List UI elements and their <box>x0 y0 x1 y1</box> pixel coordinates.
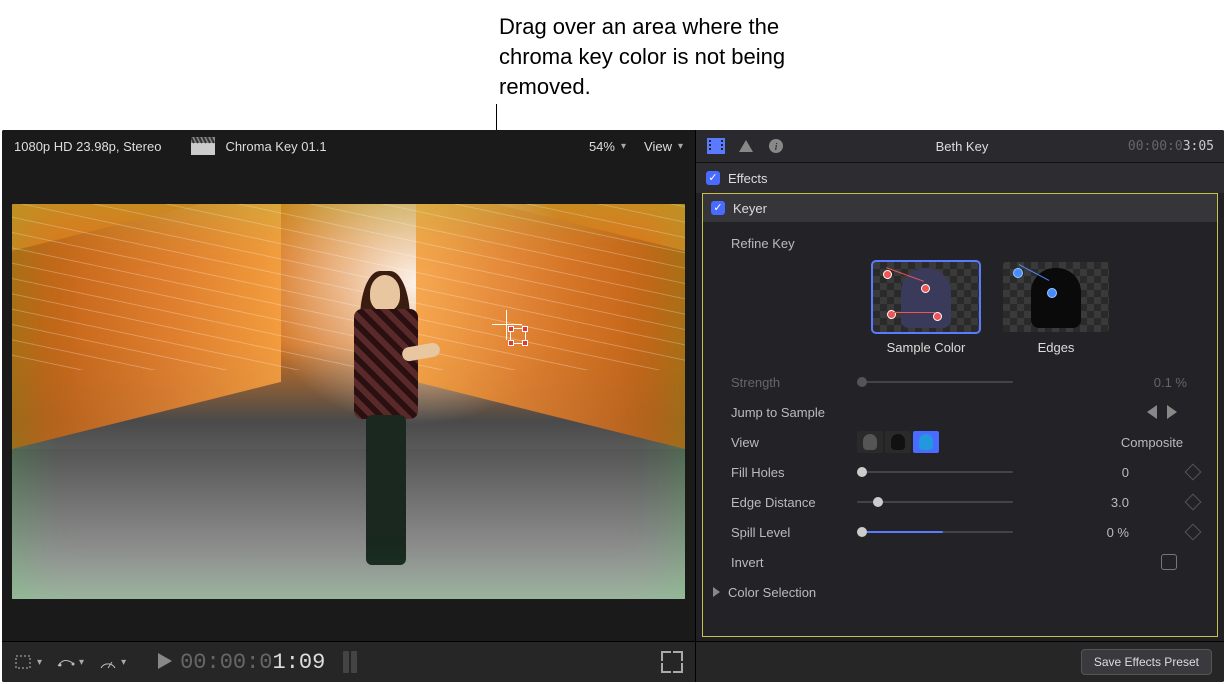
inspector-clip-title: Beth Key <box>796 139 1128 154</box>
save-effects-preset-button[interactable]: Save Effects Preset <box>1081 649 1212 675</box>
format-label: 1080p HD 23.98p, Stereo <box>14 139 161 154</box>
fullscreen-button[interactable] <box>661 651 683 673</box>
refine-key-options: Sample Color Edges <box>873 262 1199 355</box>
callout-text: Drag over an area where the chroma key c… <box>499 14 785 99</box>
view-dropdown[interactable]: View ▾ <box>644 139 683 154</box>
chevron-down-icon: ▾ <box>37 657 42 668</box>
keyer-label: Keyer <box>733 201 767 216</box>
audio-skimming-indicator[interactable] <box>343 651 373 673</box>
clapper-icon <box>191 137 215 155</box>
inspector-timecode: 00:00:03:05 <box>1128 139 1214 154</box>
spill-level-slider[interactable] <box>857 525 1013 539</box>
inspector-footer: Save Effects Preset <box>696 641 1224 682</box>
sample-color-option[interactable]: Sample Color <box>873 262 979 355</box>
edge-distance-slider[interactable] <box>857 495 1013 509</box>
edges-option[interactable]: Edges <box>1003 262 1109 355</box>
jump-to-sample-label: Jump to Sample <box>731 405 857 420</box>
chevron-down-icon: ▾ <box>678 141 683 152</box>
gauge-icon <box>98 654 118 670</box>
view-label: View <box>644 139 672 154</box>
instruction-callout: Drag over an area where the chroma key c… <box>499 12 819 102</box>
info-icon: i <box>768 138 784 154</box>
fcp-window: 1080p HD 23.98p, Stereo Chroma Key 01.1 … <box>2 130 1224 682</box>
chevron-down-icon: ▾ <box>121 657 126 668</box>
foreground-subject <box>342 275 432 559</box>
svg-text:i: i <box>774 141 777 153</box>
video-frame <box>12 204 685 599</box>
keyframe-icon[interactable] <box>1185 494 1202 511</box>
refine-key-label: Refine Key <box>731 236 857 251</box>
zoom-dropdown[interactable]: 54% ▾ <box>589 139 626 154</box>
filmstrip-icon <box>707 138 725 154</box>
effects-checkbox[interactable]: ✓ <box>706 171 720 185</box>
view-mode-value: Composite <box>1117 435 1187 450</box>
triangle-icon <box>738 138 754 154</box>
spill-level-value[interactable]: 0 % <box>1059 525 1129 540</box>
effects-section-header[interactable]: ✓ Effects <box>696 162 1224 193</box>
crop-icon <box>14 654 34 670</box>
retime-icon <box>56 654 76 670</box>
invert-checkbox[interactable] <box>1161 554 1177 570</box>
color-inspector-tab[interactable] <box>736 136 756 156</box>
inspector-pane: i Beth Key 00:00:03:05 ✓ Effects ✓ Keyer… <box>695 130 1224 682</box>
keyer-header[interactable]: ✓ Keyer <box>703 194 1217 222</box>
viewer-pane: 1080p HD 23.98p, Stereo Chroma Key 01.1 … <box>2 130 695 682</box>
speed-menu[interactable]: ▾ <box>98 654 126 670</box>
retime-menu[interactable]: ▾ <box>56 654 84 670</box>
play-button[interactable] <box>158 653 172 672</box>
view-mode-label: View <box>731 435 857 450</box>
effects-label: Effects <box>728 171 768 186</box>
info-inspector-tab[interactable]: i <box>766 136 786 156</box>
jump-prev-button[interactable] <box>1147 405 1157 419</box>
inspector-header: i Beth Key 00:00:03:05 <box>696 130 1224 162</box>
keyer-effect-block: ✓ Keyer Refine Key <box>702 193 1218 637</box>
chevron-down-icon: ▾ <box>621 141 626 152</box>
chevron-down-icon: ▾ <box>79 657 84 668</box>
sample-color-label: Sample Color <box>887 340 966 355</box>
jump-next-button[interactable] <box>1167 405 1177 419</box>
color-selection-row[interactable]: Color Selection <box>713 577 1199 607</box>
color-selection-label: Color Selection <box>728 585 816 600</box>
video-inspector-tab[interactable] <box>706 136 726 156</box>
viewer-toolbar: ▾ ▾ ▾ 00:00:01:09 <box>2 641 695 682</box>
viewer-canvas[interactable] <box>12 204 685 599</box>
keyer-checkbox[interactable]: ✓ <box>711 201 725 215</box>
fill-holes-value[interactable]: 0 <box>1059 465 1129 480</box>
timecode-dim: 00:00:0 <box>180 650 272 675</box>
disclosure-triangle-icon <box>713 587 720 597</box>
jump-to-sample-controls <box>1147 405 1177 419</box>
invert-label: Invert <box>731 555 857 570</box>
timecode-display[interactable]: 00:00:01:09 <box>180 650 325 675</box>
viewer-canvas-wrap <box>2 162 695 641</box>
strength-label: Strength <box>731 375 857 390</box>
play-icon <box>158 653 172 669</box>
keyframe-icon[interactable] <box>1185 524 1202 541</box>
strength-slider[interactable] <box>857 375 1013 389</box>
viewer-top-bar: 1080p HD 23.98p, Stereo Chroma Key 01.1 … <box>2 130 695 162</box>
fill-holes-label: Fill Holes <box>731 465 857 480</box>
clip-appearance-menu[interactable]: ▾ <box>14 654 42 670</box>
edge-distance-label: Edge Distance <box>731 495 857 510</box>
edges-thumbnail <box>1003 262 1109 332</box>
view-mode-segmented[interactable] <box>857 431 941 453</box>
zoom-value: 54% <box>589 139 615 154</box>
view-composite-button[interactable] <box>913 431 939 453</box>
edges-label: Edges <box>1038 340 1075 355</box>
fill-holes-slider[interactable] <box>857 465 1013 479</box>
strength-value[interactable]: 0.1 % <box>1117 375 1187 390</box>
sample-color-thumbnail <box>873 262 979 332</box>
edge-distance-value[interactable]: 3.0 <box>1059 495 1129 510</box>
keyframe-icon[interactable] <box>1185 464 1202 481</box>
clip-name: Chroma Key 01.1 <box>225 139 326 154</box>
timecode-bright: 1:09 <box>273 650 326 675</box>
view-original-button[interactable] <box>857 431 883 453</box>
spill-level-label: Spill Level <box>731 525 857 540</box>
view-matte-button[interactable] <box>885 431 911 453</box>
